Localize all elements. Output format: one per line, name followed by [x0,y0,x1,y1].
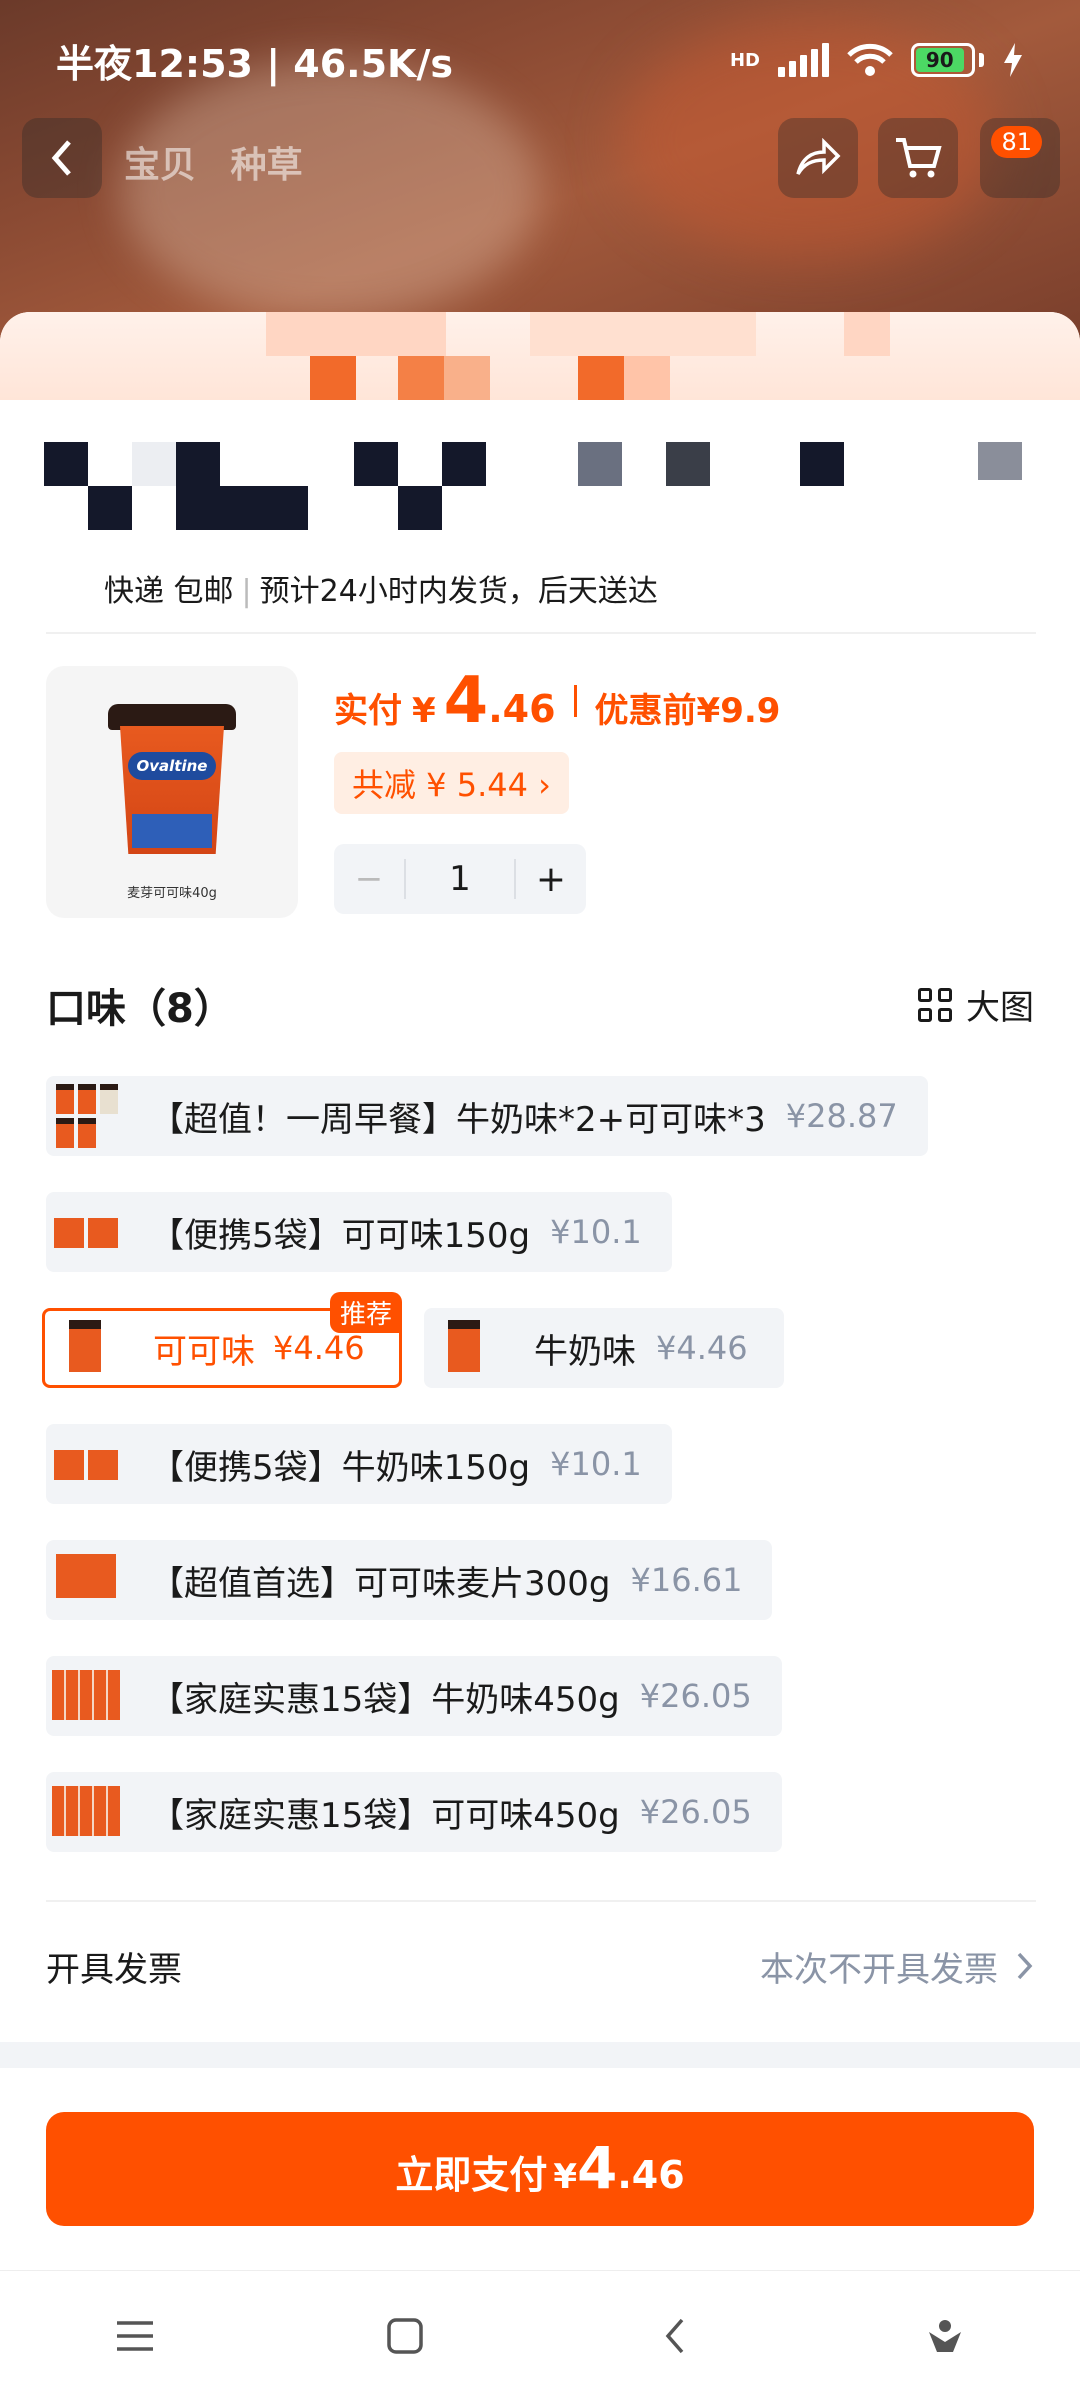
product-image-caption: 麦芽可可味40g [127,886,217,901]
top-nav: 宝贝 种草 81 [0,116,1080,240]
charging-icon [1004,43,1022,77]
quantity-value[interactable]: 1 [404,859,516,899]
chevron-right-icon [1017,1952,1033,1980]
menu-button[interactable] [105,2306,165,2366]
status-time: 半夜12:53 | 46.5K/s [56,41,453,86]
option-thumbnail [46,1192,126,1272]
option-name: 【家庭实惠15袋】可可味450g [150,1795,620,1836]
signal-icon [778,43,829,77]
assistant-icon [929,2319,961,2352]
paid-currency: ¥ [412,691,436,731]
home-button[interactable] [375,2306,435,2366]
flavor-option-cocoa-cereal-300g[interactable]: 【超值首选】可可味麦片300g ¥16.61 [46,1540,773,1620]
wifi-icon [847,43,893,76]
flavor-option-milk[interactable]: 牛奶味 ¥4.46 [424,1308,784,1388]
shipping-estimate: 预计24小时内发货，后天送达 [259,574,658,609]
flavor-option-cocoa-15-bags[interactable]: 【家庭实惠15袋】可可味450g ¥26.05 [46,1772,782,1852]
option-price: ¥4.46 [273,1329,365,1367]
option-thumbnail [46,1076,126,1156]
pay-price-dec: .46 [617,2153,685,2197]
price-line: 实付 ¥ 4 .46 优惠前 ¥9.9 [334,664,780,738]
option-price: ¥26.05 [639,1793,752,1831]
cart-button[interactable] [878,118,958,198]
back-button[interactable] [22,118,102,198]
invoice-value: 本次不开具发票 [760,1949,998,1990]
obscured-banner [0,312,1080,400]
flavor-option-breakfast-pack[interactable]: 【超值！一周早餐】牛奶味*2+可可味*3 ¥28.87 [46,1076,928,1156]
option-name: 可可味 [153,1331,255,1372]
option-name: 【便携5袋】可可味150g [150,1215,531,1256]
recommend-badge: 推荐 [330,1292,403,1333]
home-icon [387,2317,423,2354]
option-name: 牛奶味 [534,1331,636,1372]
product-cup-graphic: Ovaltine [108,704,236,854]
flavor-option-cocoa-5-bags[interactable]: 【便携5袋】可可味150g ¥10.1 [46,1192,672,1272]
quantity-stepper: − 1 + [334,844,586,914]
cart-badge: 81 [991,126,1042,158]
obscured-address [44,442,1024,532]
option-price: ¥10.1 [550,1213,642,1251]
increase-button[interactable]: + [516,859,586,900]
paid-label: 实付 [334,691,402,731]
invoice-label: 开具发票 [46,1949,182,1990]
cart-icon [896,138,942,178]
option-name: 【家庭实惠15袋】牛奶味450g [150,1679,620,1720]
option-price: ¥26.05 [639,1677,752,1715]
tab-item[interactable]: 宝贝 [124,145,196,186]
option-price: ¥16.61 [630,1561,743,1599]
chevron-left-icon [51,140,71,176]
option-thumbnail [45,1308,125,1388]
assistant-button[interactable] [915,2306,975,2366]
paid-price-dec: .46 [488,687,556,731]
more-button[interactable]: 81 [980,118,1060,198]
option-thumbnail [46,1540,126,1620]
back-nav-button[interactable] [645,2306,705,2366]
paid-price-int: 4 [443,664,489,738]
network-label: HD [729,49,760,71]
grid-icon [918,987,952,1022]
big-image-label: 大图 [966,988,1034,1028]
discount-badge[interactable]: 共减 ¥ 5.44 › [334,752,569,814]
invoice-row[interactable]: 开具发票 本次不开具发票 [46,1938,1034,1994]
battery-icon: 90 [911,43,984,77]
flavor-option-milk-5-bags[interactable]: 【便携5袋】牛奶味150g ¥10.1 [46,1424,672,1504]
option-price: ¥10.1 [550,1445,642,1483]
option-price: ¥28.87 [785,1097,898,1135]
detail-tabs: 宝贝 种草 [124,136,303,188]
status-bar: 半夜12:53 | 46.5K/s HD 90 [0,0,1080,120]
before-price: ¥9.9 [696,691,781,731]
pay-now-button[interactable]: 立即支付 ¥ 4 .46 [46,2112,1034,2226]
flavor-title: 口味（8） [46,986,234,1032]
divider [46,632,1036,634]
option-price: ¥4.46 [656,1329,748,1367]
share-button[interactable] [778,118,858,198]
option-thumbnail [46,1424,126,1504]
divider [46,1900,1036,1902]
option-thumbnail [424,1308,504,1388]
purchase-sheet: 快递 包邮 | 预计24小时内发货，后天送达 Ovaltine 麦芽可可味40g 实… [0,312,1080,2400]
option-thumbnail [46,1656,126,1736]
tab-review[interactable]: 种草 [231,145,303,186]
section-separator [0,2042,1080,2068]
share-icon [796,138,841,175]
option-name: 【超值！一周早餐】牛奶味*2+可可味*3 [150,1099,766,1140]
product-image[interactable]: Ovaltine 麦芽可可味40g [46,666,298,918]
option-name: 【便携5袋】牛奶味150g [150,1447,531,1488]
shipping-method: 快递 包邮 [104,574,234,609]
pay-label: 立即支付 [395,2153,548,2197]
back-icon [665,2318,684,2353]
decrease-button[interactable]: − [334,859,404,899]
shipping-info: 快递 包邮 | 预计24小时内发货，后天送达 [104,574,658,609]
system-nav-bar [0,2270,1080,2400]
before-label: 优惠前 [594,691,697,731]
pay-currency: ¥ [553,2157,577,2197]
pay-price-int: 4 [577,2134,618,2202]
big-image-toggle[interactable]: 大图 [918,980,1034,1029]
flavor-option-milk-15-bags[interactable]: 【家庭实惠15袋】牛奶味450g ¥26.05 [46,1656,782,1736]
option-thumbnail [46,1772,126,1852]
menu-icon [117,2320,153,2351]
option-name: 【超值首选】可可味麦片300g [150,1563,611,1604]
